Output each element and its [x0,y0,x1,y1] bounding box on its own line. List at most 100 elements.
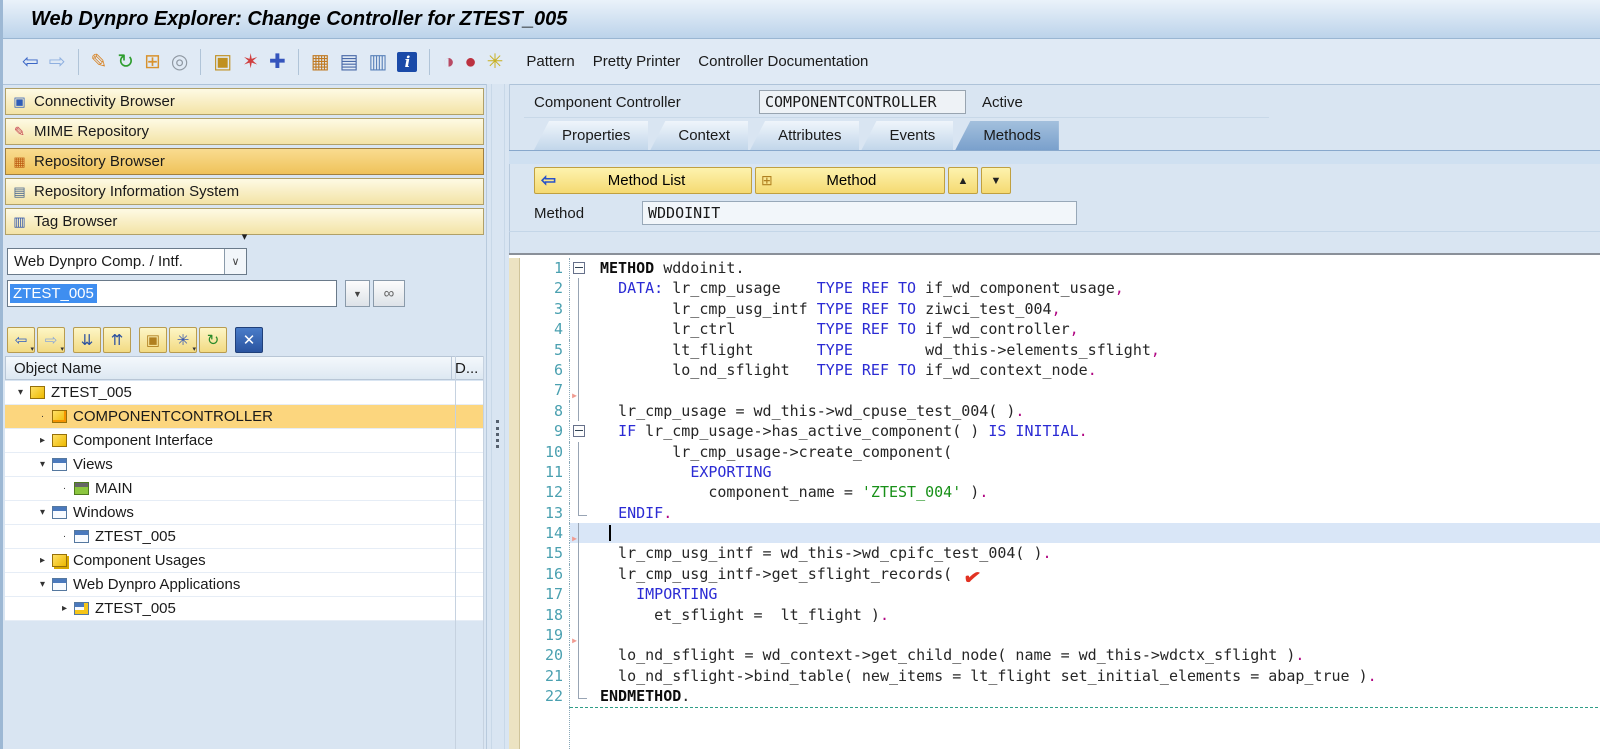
code-text[interactable] [590,523,1600,544]
navigate-icon[interactable]: ✚ [269,52,286,72]
pattern-wand-icon[interactable]: ✳ [487,52,504,72]
tree-item-web-dynpro-applications[interactable]: ▾ Web Dynpro Applications [5,573,484,597]
code-line-10[interactable]: 10 lr_cmp_usage->create_component( [509,441,1600,462]
code-text[interactable]: lr_cmp_usg_intf = wd_this->wd_cpifc_test… [590,543,1600,563]
code-text[interactable]: lr_cmp_usage->create_component( [590,442,1600,462]
structure-icon[interactable]: ▦ [311,52,330,72]
sql-trace-icon[interactable]: ● [465,52,477,72]
code-line-9[interactable]: 9 IF lr_cmp_usage->has_active_component(… [509,421,1600,442]
next-method-button[interactable]: ▼ [981,167,1011,194]
info-icon[interactable]: i [397,51,418,72]
controller-name-field[interactable]: COMPONENTCONTROLLER [759,90,966,114]
code-line-18[interactable]: 18 et_sflight = lt_flight ). [509,604,1600,626]
tree-item-ztest-005[interactable]: · ZTEST_005 [5,525,484,549]
code-line-4[interactable]: 4 lr_ctrl TYPE REF TO if_wd_controller, [509,319,1600,340]
sidebar-item-mime-repository[interactable]: ✎ MIME Repository [5,118,484,145]
history-dropdown-button[interactable]: ▼ [345,280,370,307]
code-text[interactable]: et_sflight = lt_flight ). [590,605,1600,625]
code-text[interactable]: lr_cmp_usg_intf TYPE REF TO ziwci_test_0… [590,299,1600,319]
tree-expand-arrow[interactable]: ▾ [35,507,50,518]
tree-item-ztest-005[interactable]: ▸ ZTEST_005 [5,597,484,621]
spiral-icon[interactable]: ◎ [171,52,188,72]
sidebar-item-connectivity-browser[interactable]: ▣ Connectivity Browser [5,88,484,115]
fold-collapse-icon[interactable] [573,425,585,438]
back-icon[interactable]: ⇦ [22,52,39,72]
close-browser-button[interactable]: ✕ [235,327,263,353]
code-text[interactable] [590,625,1600,645]
code-line-7[interactable]: 7 ▶ [509,380,1600,401]
code-text[interactable]: lo_nd_sflight = wd_context->get_child_no… [590,645,1600,665]
panel-splitter[interactable] [486,84,510,749]
refresh-icon[interactable]: ↻ [117,52,134,72]
tree-expand-arrow[interactable]: ▸ [35,435,50,446]
chevron-down-icon[interactable]: ∨ [224,249,246,274]
toolbar-button-pattern[interactable]: Pattern [526,53,574,70]
tab-methods[interactable]: Methods [955,121,1059,150]
tree-expand-arrow[interactable]: ▾ [35,579,50,590]
code-text[interactable] [590,380,1600,400]
code-text[interactable]: ENDMETHOD. [590,686,1600,706]
method-button[interactable]: ⊞ Method [755,167,945,194]
method-name-field[interactable]: WDDOINIT [642,201,1077,225]
tree-item-ztest-005[interactable]: ▾ ZTEST_005 [5,381,484,405]
code-text[interactable]: IMPORTING [590,584,1600,604]
code-line-22[interactable]: 22 ENDMETHOD. [509,686,1600,707]
nav-back-button[interactable]: ⇦ ▾ [7,327,35,353]
copy-icon[interactable]: ⊞ [144,52,161,72]
tree-expand-arrow[interactable]: ▾ [35,459,50,470]
search-help-button[interactable]: ∞ [373,280,405,307]
tab-context[interactable]: Context [650,121,749,150]
code-text[interactable]: lo_nd_sflight TYPE REF TO if_wd_context_… [590,360,1600,380]
code-text[interactable]: EXPORTING [590,462,1600,482]
previous-method-button[interactable]: ▲ [948,167,978,194]
code-text[interactable]: METHOD wddoinit. [590,258,1600,278]
method-list-button[interactable]: ⇦ Method List [534,167,752,194]
code-text[interactable]: component_name = 'ZTEST_004' ). [590,482,1600,502]
code-text[interactable]: ENDIF. [590,503,1600,523]
object-name-input[interactable]: ZTEST_005 [7,280,337,307]
code-line-5[interactable]: 5 lt_flight TYPE wd_this->elements_sflig… [509,339,1600,360]
fold-column[interactable] [570,421,590,441]
code-line-3[interactable]: 3 lr_cmp_usg_intf TYPE REF TO ziwci_test… [509,298,1600,320]
code-line-6[interactable]: 6 lo_nd_sflight TYPE REF TO if_wd_contex… [509,359,1600,381]
fold-collapse-icon[interactable] [573,262,585,274]
code-text[interactable]: IF lr_cmp_usage->has_active_component( )… [590,421,1600,441]
code-line-17[interactable]: 17 IMPORTING [509,584,1600,605]
sidebar-item-repository-information-system[interactable]: ▤ Repository Information System [5,178,484,205]
code-line-15[interactable]: 15 lr_cmp_usg_intf = wd_this->wd_cpifc_t… [509,543,1600,564]
code-line-13[interactable]: 13 ENDIF. [509,502,1600,524]
forward-icon[interactable]: ⇨ [49,52,66,72]
toolbar-button-controller-documentation[interactable]: Controller Documentation [698,53,868,70]
sidebar-item-repository-browser[interactable]: ▦ Repository Browser [5,148,484,175]
code-line-20[interactable]: 20 lo_nd_sflight = wd_context->get_child… [509,645,1600,666]
tab-properties[interactable]: Properties [534,121,649,150]
code-line-11[interactable]: 11 EXPORTING [509,461,1600,483]
code-text[interactable]: lr_ctrl TYPE REF TO if_wd_controller, [590,319,1600,339]
code-text[interactable]: lt_flight TYPE wd_this->elements_sflight… [590,340,1600,360]
code-line-2[interactable]: 2 DATA: lr_cmp_usage TYPE REF TO if_wd_c… [509,278,1600,299]
tree-expand-arrow[interactable]: ▾ [13,387,28,398]
tab-events[interactable]: Events [861,121,954,150]
tree-item-views[interactable]: ▾ Views [5,453,484,477]
collapse-arrow-icon[interactable]: ▾ [3,230,486,243]
code-line-21[interactable]: 21 lo_nd_sflight->bind_table( new_items … [509,665,1600,687]
display-change-icon[interactable]: ✎ [91,52,108,72]
code-line-14[interactable]: 14 ▶ [509,523,1600,544]
runtime-analysis-icon[interactable]: ◑ [442,52,454,72]
magic-wand-icon[interactable]: ✶ [242,52,259,72]
toolbar-button-pretty-printer[interactable]: Pretty Printer [593,53,681,70]
code-line-12[interactable]: 12 component_name = 'ZTEST_004' ). [509,482,1600,503]
hierarchy-button[interactable]: ▣ [139,327,167,353]
code-text[interactable]: lr_cmp_usg_intf->get_sflight_records( ✔ [590,561,1600,591]
table-view-icon[interactable]: ▥ [369,52,388,72]
hierarchy-arrow-icon[interactable]: ▣ [213,52,232,72]
object-type-select[interactable]: Web Dynpro Comp. / Intf. ∨ [7,248,247,275]
refresh-tree-button[interactable]: ↻ [199,327,227,353]
code-text[interactable]: DATA: lr_cmp_usage TYPE REF TO if_wd_com… [590,278,1600,298]
expand-all-button[interactable]: ⇊ [73,327,101,353]
collapse-all-button[interactable]: ⇈ [103,327,131,353]
tab-attributes[interactable]: Attributes [750,121,860,150]
splitter-handle[interactable] [496,420,499,448]
code-line-1[interactable]: 1 METHOD wddoinit. [509,258,1600,279]
code-line-19[interactable]: 19 ▶ [509,625,1600,646]
